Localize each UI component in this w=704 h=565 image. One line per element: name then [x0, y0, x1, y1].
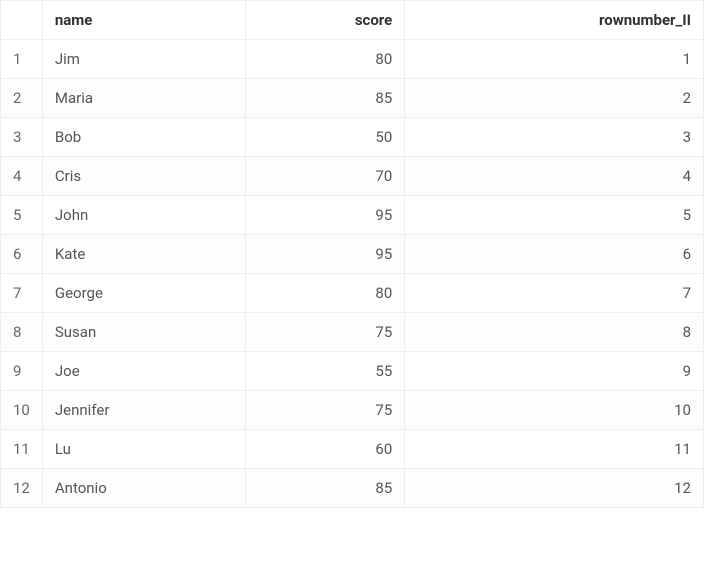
cell-score: 85 [245, 79, 404, 118]
cell-rownumber: 7 [405, 274, 704, 313]
cell-rownumber: 6 [405, 235, 704, 274]
cell-name: Lu [42, 430, 245, 469]
table-row: 11 Lu 60 11 [1, 430, 704, 469]
cell-name: Kate [42, 235, 245, 274]
header-score: score [245, 1, 404, 40]
cell-index: 3 [1, 118, 43, 157]
cell-name: Maria [42, 79, 245, 118]
table-row: 6 Kate 95 6 [1, 235, 704, 274]
cell-score: 80 [245, 40, 404, 79]
data-table: name score rownumber_II 1 Jim 80 1 2 Mar… [0, 0, 704, 508]
cell-score: 60 [245, 430, 404, 469]
cell-rownumber: 8 [405, 313, 704, 352]
cell-rownumber: 1 [405, 40, 704, 79]
header-rownumber: rownumber_II [405, 1, 704, 40]
cell-index: 12 [1, 469, 43, 508]
table-row: 10 Jennifer 75 10 [1, 391, 704, 430]
cell-rownumber: 2 [405, 79, 704, 118]
cell-score: 80 [245, 274, 404, 313]
table-row: 2 Maria 85 2 [1, 79, 704, 118]
cell-name: Susan [42, 313, 245, 352]
table-row: 9 Joe 55 9 [1, 352, 704, 391]
table-row: 5 John 95 5 [1, 196, 704, 235]
cell-name: Jim [42, 40, 245, 79]
cell-rownumber: 12 [405, 469, 704, 508]
cell-index: 7 [1, 274, 43, 313]
cell-index: 8 [1, 313, 43, 352]
table-row: 3 Bob 50 3 [1, 118, 704, 157]
cell-name: George [42, 274, 245, 313]
cell-score: 75 [245, 391, 404, 430]
cell-name: John [42, 196, 245, 235]
cell-score: 50 [245, 118, 404, 157]
cell-name: Antonio [42, 469, 245, 508]
cell-rownumber: 5 [405, 196, 704, 235]
table-header-row: name score rownumber_II [1, 1, 704, 40]
header-index [1, 1, 43, 40]
cell-name: Bob [42, 118, 245, 157]
table-row: 1 Jim 80 1 [1, 40, 704, 79]
table-row: 12 Antonio 85 12 [1, 469, 704, 508]
cell-index: 9 [1, 352, 43, 391]
cell-score: 95 [245, 235, 404, 274]
cell-name: Cris [42, 157, 245, 196]
table-row: 8 Susan 75 8 [1, 313, 704, 352]
cell-score: 55 [245, 352, 404, 391]
cell-index: 1 [1, 40, 43, 79]
cell-name: Jennifer [42, 391, 245, 430]
cell-score: 75 [245, 313, 404, 352]
cell-rownumber: 11 [405, 430, 704, 469]
cell-index: 5 [1, 196, 43, 235]
cell-name: Joe [42, 352, 245, 391]
cell-score: 95 [245, 196, 404, 235]
cell-rownumber: 3 [405, 118, 704, 157]
cell-rownumber: 10 [405, 391, 704, 430]
cell-score: 85 [245, 469, 404, 508]
cell-index: 2 [1, 79, 43, 118]
table-row: 4 Cris 70 4 [1, 157, 704, 196]
cell-rownumber: 4 [405, 157, 704, 196]
table-row: 7 George 80 7 [1, 274, 704, 313]
cell-index: 10 [1, 391, 43, 430]
cell-index: 4 [1, 157, 43, 196]
cell-index: 11 [1, 430, 43, 469]
cell-rownumber: 9 [405, 352, 704, 391]
cell-score: 70 [245, 157, 404, 196]
header-name: name [42, 1, 245, 40]
cell-index: 6 [1, 235, 43, 274]
